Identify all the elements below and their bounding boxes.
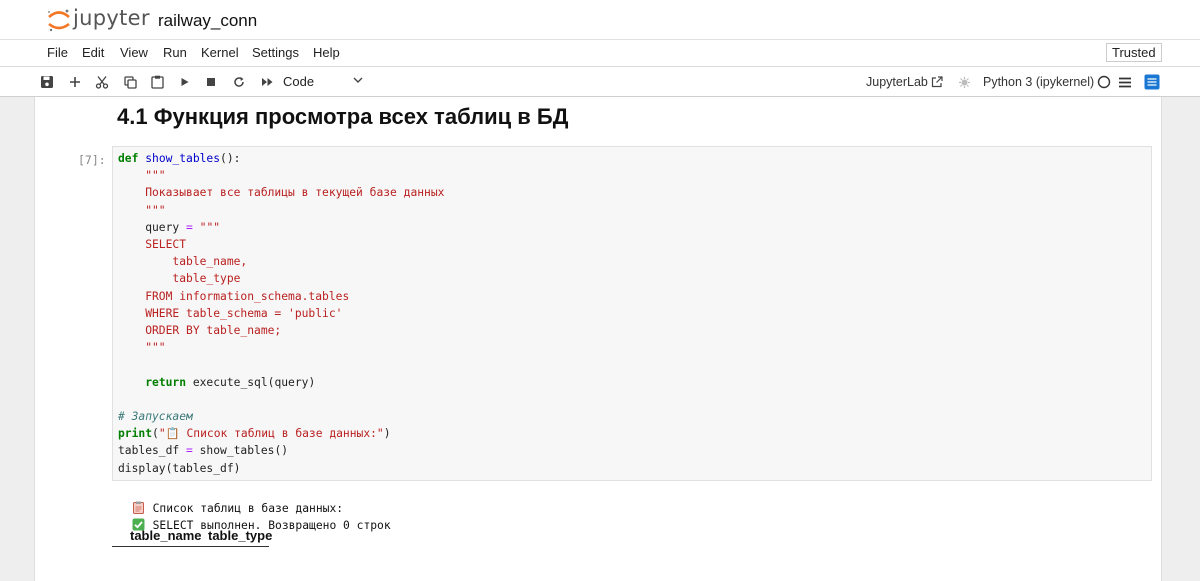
fast-forward-icon[interactable]: [258, 73, 276, 91]
save-icon[interactable]: [38, 73, 56, 91]
jupyter-logo-icon[interactable]: [46, 7, 72, 33]
menu-run[interactable]: Run: [163, 45, 187, 60]
code-line: WHERE table_schema = 'public': [118, 306, 343, 320]
menu-kernel[interactable]: Kernel: [201, 45, 239, 60]
menu-file[interactable]: File: [47, 45, 68, 60]
code-line: """: [118, 169, 166, 183]
chevron-down-icon: [353, 77, 363, 83]
markdown-heading: 4.1 Функция просмотра всех таблиц в БД: [117, 104, 569, 129]
cell-type-value: Code: [283, 74, 315, 89]
property-inspector-icon[interactable]: [1143, 73, 1161, 91]
table-header-rule: [112, 546, 269, 547]
code-line: display(tables_df): [118, 461, 241, 475]
code-line: FROM information_schema.tables: [118, 289, 350, 303]
cell-type-dropdown[interactable]: Code: [283, 74, 363, 89]
menu-help[interactable]: Help: [313, 45, 340, 60]
menu-bar: File Edit View Run Kernel Settings Help …: [0, 40, 1200, 67]
cut-icon[interactable]: [93, 73, 111, 91]
code-line: """: [118, 203, 166, 217]
menu-settings[interactable]: Settings: [252, 45, 299, 60]
restart-kernel-icon[interactable]: [230, 73, 248, 91]
code-line: return execute_sql(query): [145, 375, 316, 389]
trusted-indicator[interactable]: Trusted: [1106, 43, 1162, 62]
paste-icon[interactable]: [148, 73, 166, 91]
kernel-status-icon: [1095, 73, 1113, 91]
code-line: table_type: [118, 272, 241, 286]
add-cell-icon[interactable]: [66, 73, 84, 91]
code-line: """: [118, 341, 166, 355]
jupyter-logo-text: jupyter: [73, 6, 150, 30]
execution-prompt: [7]:: [78, 153, 106, 167]
stop-kernel-icon[interactable]: [202, 73, 220, 91]
menu-view[interactable]: View: [120, 45, 148, 60]
menu-edit[interactable]: Edit: [82, 45, 104, 60]
run-cell-icon[interactable]: [176, 73, 194, 91]
code-line: # Запускаем: [118, 410, 193, 423]
code-line: table_name,: [118, 255, 248, 269]
debugger-icon[interactable]: [955, 73, 973, 91]
table-header-table-type: table_type: [208, 528, 273, 543]
code-line: ORDER BY table_name;: [118, 324, 282, 337]
notebook-name[interactable]: railway_conn: [158, 11, 257, 31]
external-link-icon[interactable]: [928, 73, 946, 91]
jupyterlab-link[interactable]: JupyterLab: [866, 75, 928, 89]
menu-lines-icon[interactable]: [1116, 73, 1134, 91]
code-line: def show_tables():: [118, 152, 241, 165]
code-line: print("📋 Список таблиц в базе данных:"): [118, 427, 391, 441]
notebook-toolbar: Code JupyterLab Python 3 (ipykernel): [0, 67, 1200, 97]
table-header-table-name: table_name: [130, 528, 202, 543]
app-header: jupyter railway_conn: [0, 0, 1200, 40]
copy-icon[interactable]: [121, 73, 139, 91]
code-line: query = """: [118, 220, 221, 234]
code-line: Показывает все таблицы в текущей базе да…: [118, 186, 445, 200]
kernel-name[interactable]: Python 3 (ipykernel): [983, 75, 1094, 89]
code-line: SELECT: [118, 238, 187, 251]
code-line: tables_df = show_tables(): [118, 444, 289, 458]
